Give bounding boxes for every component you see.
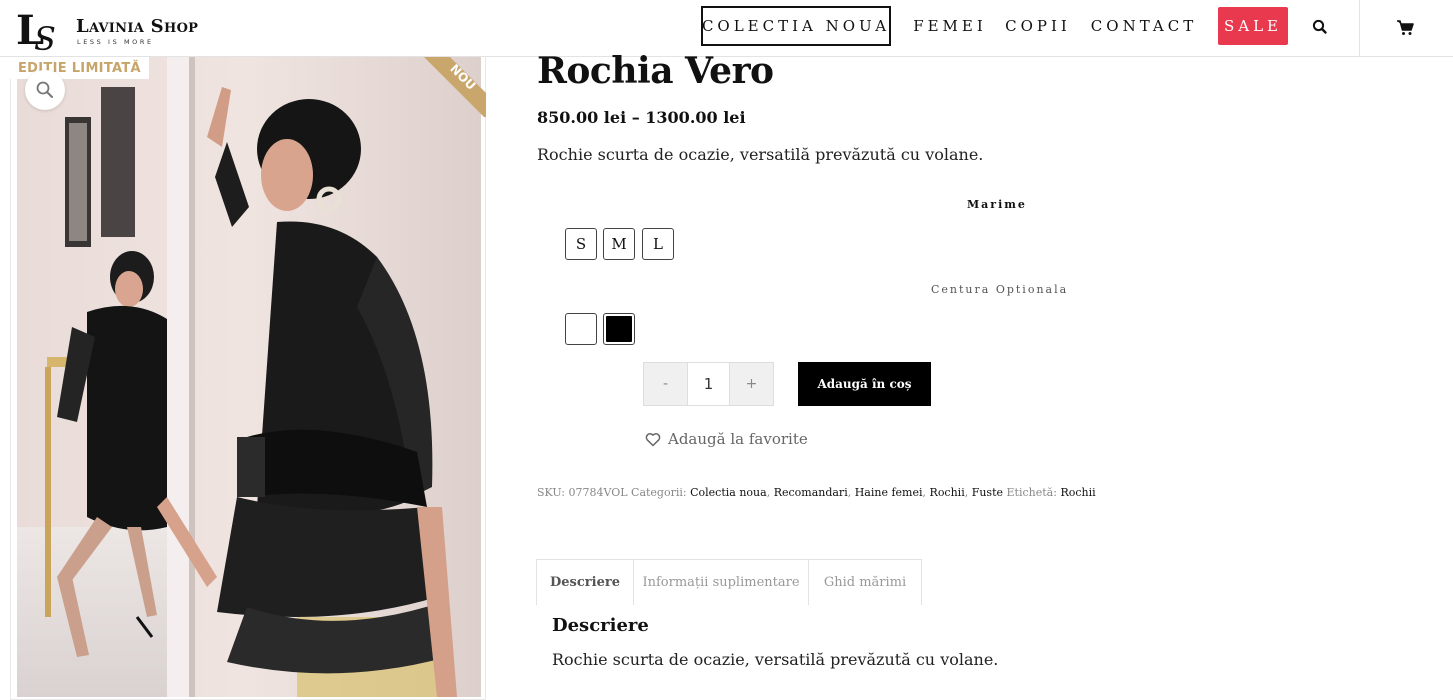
product-title: Rochia Vero — [537, 50, 774, 92]
magnifier-icon — [36, 81, 53, 98]
site-logo[interactable]: L S Lavinia Shop LESS IS MORE — [14, 6, 198, 52]
quantity-increase-button[interactable]: + — [730, 363, 773, 405]
product-photo[interactable] — [17, 57, 481, 697]
logo-monogram-icon: L S — [16, 7, 56, 52]
product-tabs: Descriere Informații suplimentare Ghid m… — [536, 559, 922, 605]
quantity-decrease-button[interactable]: - — [644, 363, 687, 405]
nav-sale[interactable]: SALE — [1218, 7, 1288, 45]
product-short-description: Rochie scurta de ocazie, versatilă prevă… — [537, 145, 984, 164]
product-gallery[interactable] — [10, 57, 486, 700]
tab-panel-title: Descriere — [552, 615, 649, 636]
heart-icon — [645, 432, 661, 446]
belt-option-black[interactable] — [603, 313, 635, 345]
tag-link[interactable]: Rochii — [1060, 486, 1095, 499]
new-ribbon: NOU — [410, 57, 486, 117]
nav-copii[interactable]: COPII — [1000, 6, 1076, 46]
category-link[interactable]: Recomandari — [774, 486, 848, 499]
category-link[interactable]: Fuste — [972, 486, 1003, 499]
add-to-favorites-label: Adaugă la favorite — [668, 430, 808, 448]
black-swatch-fill — [606, 316, 632, 342]
tag-label: Etichetă: — [1006, 486, 1057, 499]
size-option-m[interactable]: M — [603, 228, 635, 260]
size-option-l[interactable]: L — [642, 228, 674, 260]
tab-descriere[interactable]: Descriere — [536, 559, 634, 605]
svg-text:S: S — [34, 20, 56, 52]
search-icon[interactable] — [1311, 18, 1329, 36]
categories-label: Categorii: — [631, 486, 687, 499]
cart-icon[interactable] — [1395, 17, 1415, 37]
add-to-favorites-link[interactable]: Adaugă la favorite — [645, 428, 808, 450]
product-price: 850.00 lei – 1300.00 lei — [537, 108, 746, 127]
add-to-cart-button[interactable]: Adaugă în coș — [798, 362, 931, 406]
zoom-button[interactable] — [25, 70, 65, 110]
sku-value: 07784VOL — [568, 486, 628, 499]
quantity-input[interactable] — [687, 363, 730, 405]
tab-panel-text: Rochie scurta de ocazie, versatilă prevă… — [552, 650, 999, 669]
site-header: L S Lavinia Shop LESS IS MORE COLECTIA N… — [0, 0, 1453, 57]
category-link[interactable]: Rochii — [930, 486, 965, 499]
tab-informatii-suplimentare[interactable]: Informații suplimentare — [633, 559, 809, 605]
sku-label: SKU: — [537, 486, 565, 499]
quantity-stepper: - + — [643, 362, 774, 406]
logo-name: Lavinia Shop — [76, 16, 199, 37]
size-option-s[interactable]: S — [565, 228, 597, 260]
nav-contact[interactable]: CONTACT — [1088, 6, 1200, 46]
belt-option-white[interactable] — [565, 313, 597, 345]
nav-femei[interactable]: FEMEI — [910, 6, 990, 46]
tab-ghid-marimi[interactable]: Ghid mărimi — [808, 559, 922, 605]
size-attribute-label: Marime — [967, 198, 1027, 211]
product-meta: SKU: 07784VOL Categorii: Colectia noua, … — [537, 486, 1096, 499]
logo-tagline: LESS IS MORE — [77, 38, 154, 46]
category-link[interactable]: Haine femei — [855, 486, 923, 499]
nav-colectia-noua[interactable]: COLECTIA NOUA — [701, 6, 891, 46]
category-link[interactable]: Colectia noua — [690, 486, 767, 499]
belt-attribute-label: Centura Optionala — [931, 283, 1069, 296]
header-divider — [1359, 0, 1360, 57]
